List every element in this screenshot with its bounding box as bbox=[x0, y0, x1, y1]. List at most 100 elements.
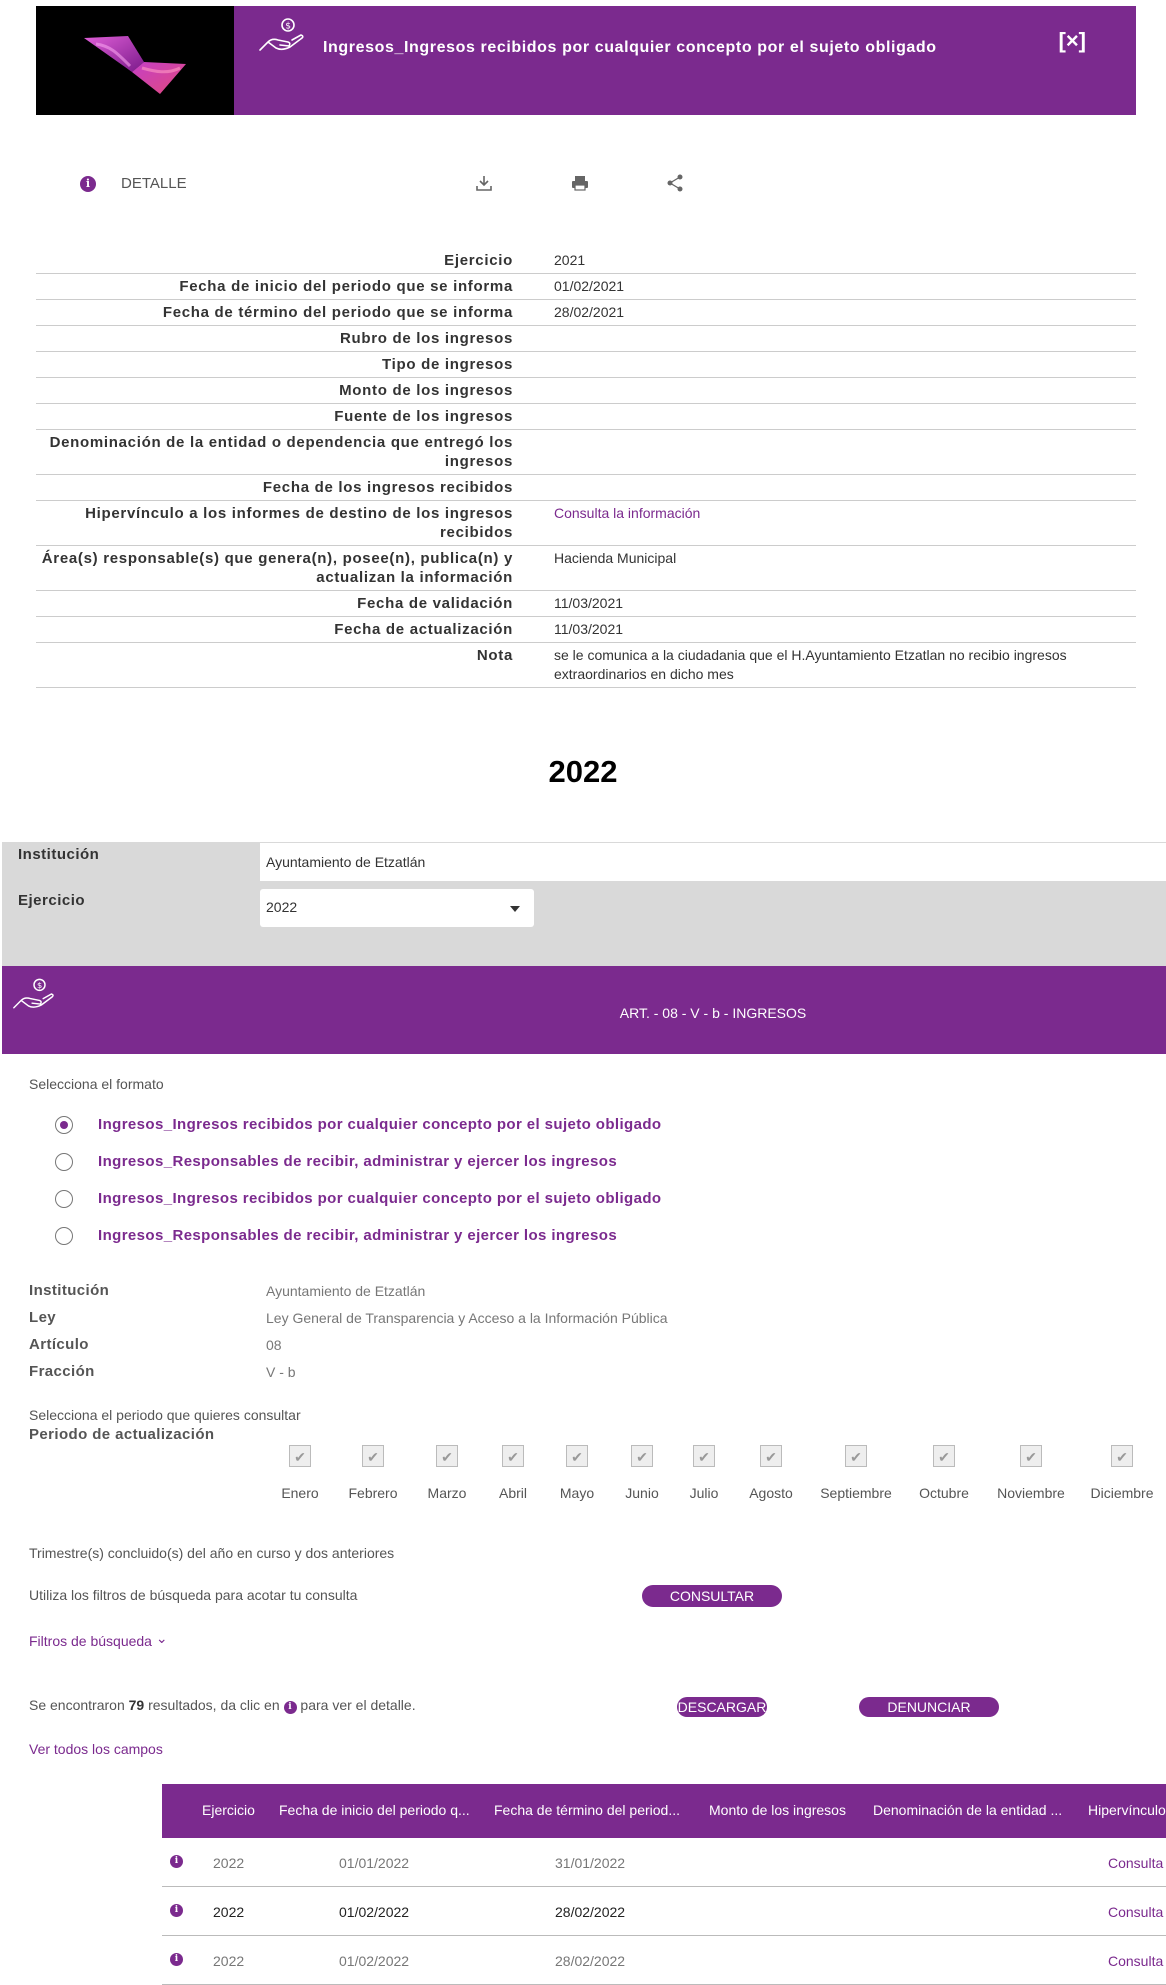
month-checkbox[interactable]: ✔ bbox=[436, 1445, 458, 1467]
detail-key: Fecha de los ingresos recibidos bbox=[262, 479, 513, 496]
consulta-link[interactable]: Consulta bbox=[1108, 1953, 1163, 1969]
detail-value: 2021 bbox=[554, 252, 586, 268]
month-label: Diciembre bbox=[1090, 1485, 1154, 1501]
detail-key: Fecha de inicio del periodo que se infor… bbox=[179, 278, 513, 295]
month-label: Octubre bbox=[919, 1485, 969, 1501]
detail-value: 28/02/2021 bbox=[554, 304, 625, 320]
download-icon[interactable] bbox=[474, 173, 494, 193]
descargar-button[interactable]: DESCARGAR bbox=[677, 1697, 767, 1717]
meta-key: Ley bbox=[29, 1309, 57, 1326]
info-icon: i bbox=[283, 1701, 297, 1714]
ejercicio-select-value: 2022 bbox=[266, 899, 298, 915]
format-option-label: Ingresos_Ingresos recibidos por cualquie… bbox=[98, 1190, 662, 1207]
period-label: Periodo de actualización bbox=[29, 1426, 215, 1443]
month-checkbox[interactable]: ✔ bbox=[289, 1445, 311, 1467]
cell-termino: 28/02/2022 bbox=[555, 1904, 626, 1920]
month-octubre: ✔ Octubre bbox=[899, 1445, 989, 1501]
meta-value: Ayuntamiento de Etzatlán bbox=[266, 1283, 426, 1299]
radio-button[interactable] bbox=[55, 1190, 73, 1208]
cell-ejercicio: 2022 bbox=[213, 1904, 245, 1920]
all-fields-link[interactable]: Ver todos los campos bbox=[29, 1741, 163, 1757]
radio-button[interactable] bbox=[55, 1227, 73, 1245]
month-checkbox[interactable]: ✔ bbox=[760, 1445, 782, 1467]
month-checkbox[interactable]: ✔ bbox=[845, 1445, 867, 1467]
radio-button[interactable] bbox=[55, 1153, 73, 1171]
detail-value: 01/02/2021 bbox=[554, 278, 625, 294]
year-heading: 2022 bbox=[548, 754, 618, 789]
column-header[interactable]: Hipervínculo bbox=[1088, 1802, 1166, 1818]
meta-value: V - b bbox=[266, 1364, 296, 1380]
detail-value: se le comunica a la ciudadania que el H.… bbox=[554, 647, 1067, 682]
detail-key: Área(s) responsable(s) que genera(n), po… bbox=[41, 550, 513, 586]
month-checkbox[interactable]: ✔ bbox=[933, 1445, 955, 1467]
column-header[interactable]: Monto de los ingresos bbox=[709, 1802, 846, 1818]
column-header[interactable]: Fecha de término del period... bbox=[494, 1802, 680, 1818]
month-checkbox[interactable]: ✔ bbox=[1111, 1445, 1133, 1467]
detail-value bbox=[554, 433, 1134, 471]
table-row: i 2022 01/02/2022 28/02/2022 Consulta bbox=[162, 1887, 1166, 1936]
month-checkbox[interactable]: ✔ bbox=[1020, 1445, 1042, 1467]
detail-row: Hipervínculo a los informes de destino d… bbox=[36, 501, 1136, 546]
detail-row: Ejercicio 2021 bbox=[36, 248, 1136, 274]
detail-value bbox=[554, 329, 1134, 348]
month-checkbox[interactable]: ✔ bbox=[631, 1445, 653, 1467]
print-icon[interactable] bbox=[570, 173, 590, 193]
month-checkbox[interactable]: ✔ bbox=[693, 1445, 715, 1467]
detail-value bbox=[554, 355, 1134, 374]
consulta-link[interactable]: Consulta la información bbox=[554, 504, 1134, 542]
month-agosto: ✔ Agosto bbox=[726, 1445, 816, 1501]
format-option-label: Ingresos_Responsables de recibir, admini… bbox=[98, 1153, 618, 1170]
detail-value: 11/03/2021 bbox=[554, 595, 624, 611]
table-row: i 2022 01/01/2022 31/01/2022 Consulta bbox=[162, 1838, 1166, 1887]
svg-text:$: $ bbox=[37, 980, 42, 990]
month-diciembre: ✔ Diciembre bbox=[1077, 1445, 1166, 1501]
month-checkbox[interactable]: ✔ bbox=[362, 1445, 384, 1467]
cell-ejercicio: 2022 bbox=[213, 1953, 245, 1969]
search-filters-label: Filtros de búsqueda bbox=[29, 1633, 152, 1649]
article-title: ART. - 08 - V - b - INGRESOS bbox=[619, 1005, 807, 1021]
meta-key: Artículo bbox=[29, 1336, 89, 1353]
detail-value bbox=[554, 478, 1134, 497]
row-info-icon[interactable]: i bbox=[170, 1904, 183, 1917]
month-label: Agosto bbox=[749, 1485, 793, 1501]
period-prompt: Selecciona el periodo que quieres consul… bbox=[29, 1407, 301, 1423]
row-info-icon[interactable]: i bbox=[170, 1855, 183, 1868]
consultar-button[interactable]: CONSULTAR bbox=[642, 1585, 782, 1607]
detail-row: Monto de los ingresos bbox=[36, 378, 1136, 404]
detail-key: Hipervínculo a los informes de destino d… bbox=[85, 505, 513, 541]
institucion-input[interactable] bbox=[260, 843, 1166, 881]
close-button[interactable]: [×] bbox=[1059, 28, 1087, 54]
search-filters-link[interactable]: Filtros de búsqueda ⌄ bbox=[29, 1630, 168, 1650]
detail-value bbox=[554, 381, 1134, 400]
detail-title: Ingresos_Ingresos recibidos por cualquie… bbox=[323, 39, 937, 56]
detail-row: Fecha de inicio del periodo que se infor… bbox=[36, 274, 1136, 300]
detail-key: Rubro de los ingresos bbox=[339, 330, 513, 347]
table-row: i 2022 01/02/2022 28/02/2022 Consulta bbox=[162, 1936, 1166, 1985]
column-header[interactable]: Fecha de inicio del periodo q... bbox=[279, 1802, 470, 1818]
column-header[interactable]: Denominación de la entidad ... bbox=[873, 1802, 1062, 1818]
info-icon: i bbox=[80, 176, 96, 192]
column-header[interactable]: Ejercicio bbox=[202, 1802, 255, 1818]
detail-row: Fuente de los ingresos bbox=[36, 404, 1136, 430]
ejercicio-label: Ejercicio bbox=[18, 892, 86, 909]
detail-key: Nota bbox=[476, 647, 513, 664]
month-checkbox[interactable]: ✔ bbox=[502, 1445, 524, 1467]
meta-value: 08 bbox=[266, 1337, 282, 1353]
ejercicio-select[interactable]: 2022 bbox=[260, 889, 534, 927]
results-table: Ejercicio Fecha de inicio del periodo q..… bbox=[162, 1784, 1166, 1985]
consulta-link[interactable]: Consulta bbox=[1108, 1904, 1163, 1920]
results-prefix: Se encontraron bbox=[29, 1697, 125, 1713]
cell-ejercicio: 2022 bbox=[213, 1855, 245, 1871]
row-info-icon[interactable]: i bbox=[170, 1953, 183, 1966]
results-suffix-b: para ver el detalle. bbox=[300, 1697, 416, 1713]
share-icon[interactable] bbox=[665, 173, 685, 193]
consulta-link[interactable]: Consulta bbox=[1108, 1855, 1163, 1871]
results-count: 79 bbox=[128, 1697, 145, 1713]
cell-termino: 31/01/2022 bbox=[555, 1855, 626, 1871]
month-checkbox[interactable]: ✔ bbox=[566, 1445, 588, 1467]
results-suffix-a: resultados, da clic en bbox=[148, 1697, 280, 1713]
denunciar-button[interactable]: DENUNCIAR bbox=[859, 1697, 999, 1717]
detail-key: Fecha de validación bbox=[357, 595, 513, 612]
detail-key: Fuente de los ingresos bbox=[334, 408, 513, 425]
radio-button[interactable] bbox=[55, 1116, 73, 1134]
